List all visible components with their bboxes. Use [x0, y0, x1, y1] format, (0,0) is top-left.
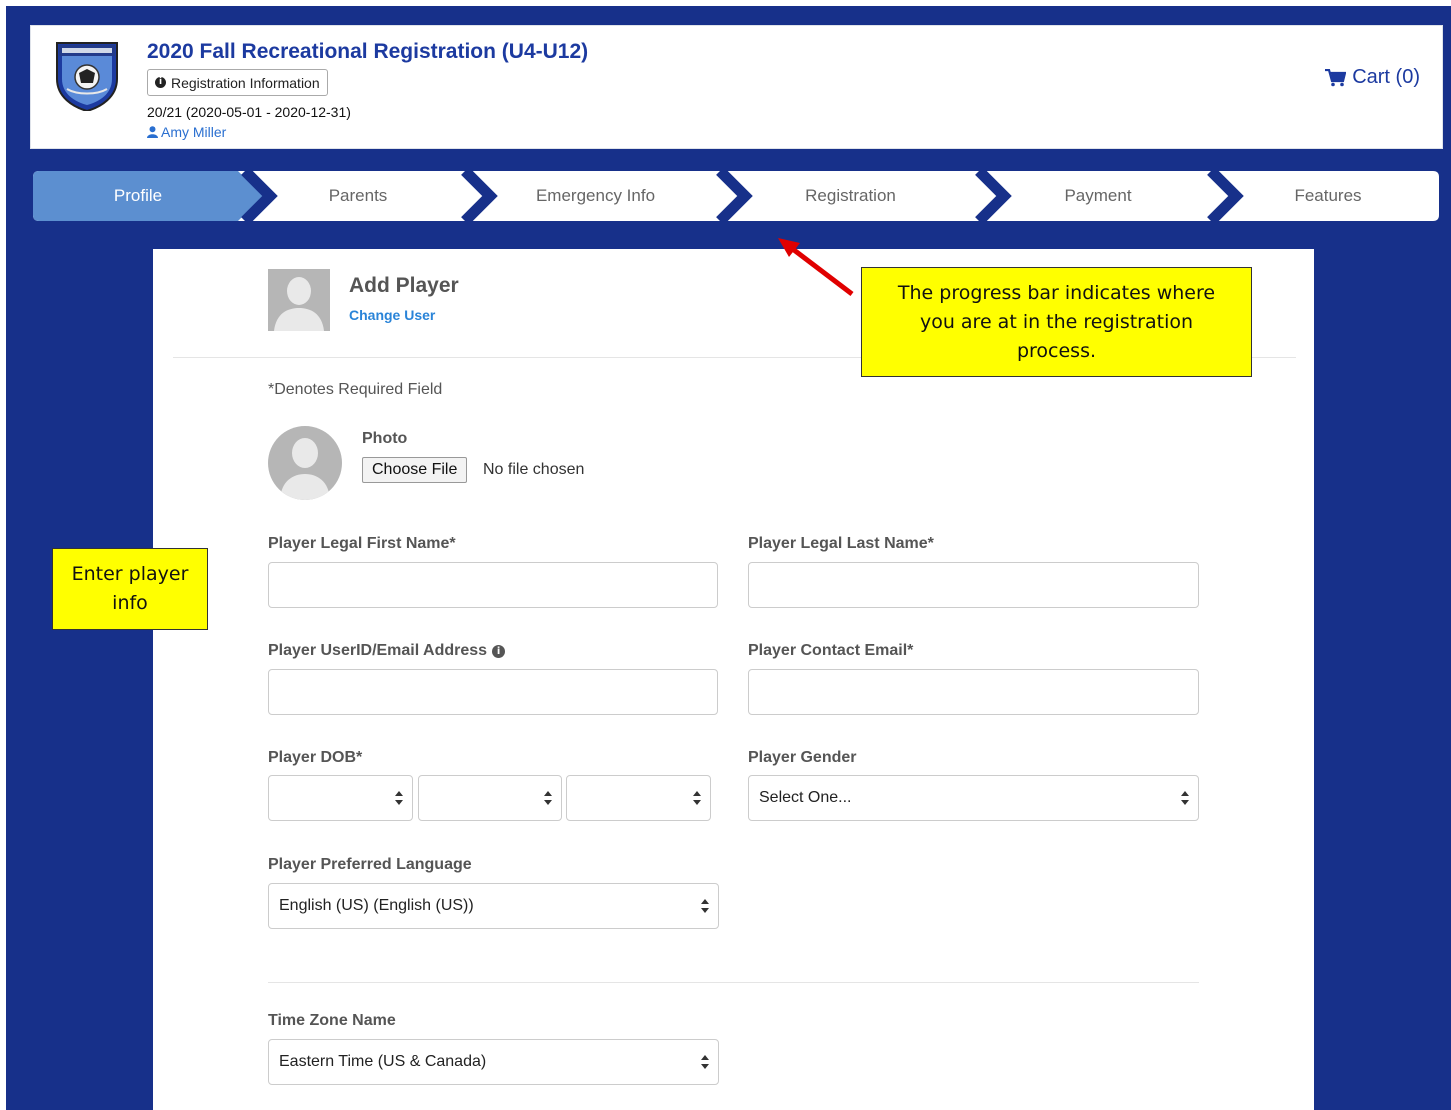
select-arrows-icon [1181, 791, 1189, 805]
select-arrows-icon [544, 791, 552, 805]
season-dates: 20/21 (2020-05-01 - 2020-12-31) [147, 104, 351, 120]
progress-bar-callout: The progress bar indicates where you are… [861, 267, 1252, 377]
page-title: Add Player [349, 274, 459, 297]
step-emergency-info[interactable]: Emergency Info [473, 171, 718, 221]
registration-info-button[interactable]: i Registration Information [147, 69, 328, 96]
step-parents[interactable]: Parents [253, 171, 463, 221]
timezone-select[interactable]: Eastern Time (US & Canada) [268, 1039, 719, 1085]
divider [268, 982, 1199, 983]
add-player-form: Add Player Change User *Denotes Required… [153, 249, 1314, 1110]
required-field-note: *Denotes Required Field [268, 381, 443, 398]
language-select[interactable]: English (US) (English (US)) [268, 883, 719, 929]
gender-label: Player Gender [748, 749, 857, 767]
cart-label: Cart (0) [1352, 66, 1420, 88]
player-avatar [268, 269, 330, 331]
dob-day-select[interactable] [418, 775, 562, 821]
timezone-value: Eastern Time (US & Canada) [279, 1053, 487, 1070]
club-logo [56, 42, 118, 111]
language-value: English (US) (English (US)) [279, 897, 474, 914]
last-name-input[interactable] [748, 562, 1199, 608]
avatar-silhouette-icon [274, 277, 324, 331]
user-name: Amy Miller [161, 124, 227, 140]
last-name-label-text: Player Legal Last Name* [748, 535, 934, 552]
gender-label-text: Player Gender [748, 749, 857, 766]
userid-label-text: Player UserID/Email Address [268, 642, 488, 659]
timezone-label-text: Time Zone Name [268, 1012, 396, 1029]
registration-title: 2020 Fall Recreational Registration (U4-… [147, 40, 589, 63]
step-registration[interactable]: Registration [728, 171, 973, 221]
choose-file-button[interactable]: Choose File [362, 457, 468, 483]
first-name-label-text: Player Legal First Name* [268, 535, 456, 552]
player-info-callout: Enter player info [52, 548, 208, 630]
annotation-arrow-icon [778, 238, 854, 296]
language-label-text: Player Preferred Language [268, 856, 472, 873]
last-name-label: Player Legal Last Name* [748, 535, 934, 553]
userid-label: Player UserID/Email Address i [268, 642, 506, 660]
timezone-label: Time Zone Name [268, 1012, 396, 1030]
contact-email-label: Player Contact Email* [748, 642, 913, 660]
registration-header: 2020 Fall Recreational Registration (U4-… [30, 25, 1443, 149]
info-icon[interactable]: i [492, 644, 506, 658]
contact-email-label-text: Player Contact Email* [748, 642, 914, 659]
registration-info-label: Registration Information [171, 74, 320, 91]
userid-input[interactable] [268, 669, 718, 715]
dob-year-select[interactable] [566, 775, 711, 821]
step-profile[interactable]: Profile [33, 171, 243, 221]
progress-bar: Profile Parents Emergency Info Registrat… [33, 171, 1439, 221]
gender-select[interactable]: Select One... [748, 775, 1199, 821]
photo-label: Photo [362, 430, 408, 447]
cart-icon [1325, 68, 1347, 86]
dob-label: Player DOB* [268, 749, 362, 767]
photo-avatar [268, 426, 342, 500]
info-icon: i [155, 77, 166, 88]
user-link[interactable]: Amy Miller [147, 124, 226, 140]
change-user-link[interactable]: Change User [349, 307, 435, 323]
dob-month-select[interactable] [268, 775, 413, 821]
first-name-label: Player Legal First Name* [268, 535, 456, 553]
page-frame: 2020 Fall Recreational Registration (U4-… [6, 6, 1451, 1110]
step-payment[interactable]: Payment [988, 171, 1208, 221]
avatar-silhouette-icon [280, 438, 330, 500]
select-arrows-icon [395, 791, 403, 805]
language-label: Player Preferred Language [268, 856, 472, 874]
first-name-input[interactable] [268, 562, 718, 608]
select-arrows-icon [701, 899, 709, 913]
user-icon [147, 126, 158, 138]
contact-email-input[interactable] [748, 669, 1199, 715]
gender-value: Select One... [759, 789, 852, 806]
cart-link[interactable]: Cart (0) [1325, 66, 1420, 89]
select-arrows-icon [693, 791, 701, 805]
select-arrows-icon [701, 1055, 709, 1069]
step-features[interactable]: Features [1223, 171, 1433, 221]
file-status: No file chosen [483, 461, 585, 478]
dob-label-text: Player DOB* [268, 749, 363, 766]
